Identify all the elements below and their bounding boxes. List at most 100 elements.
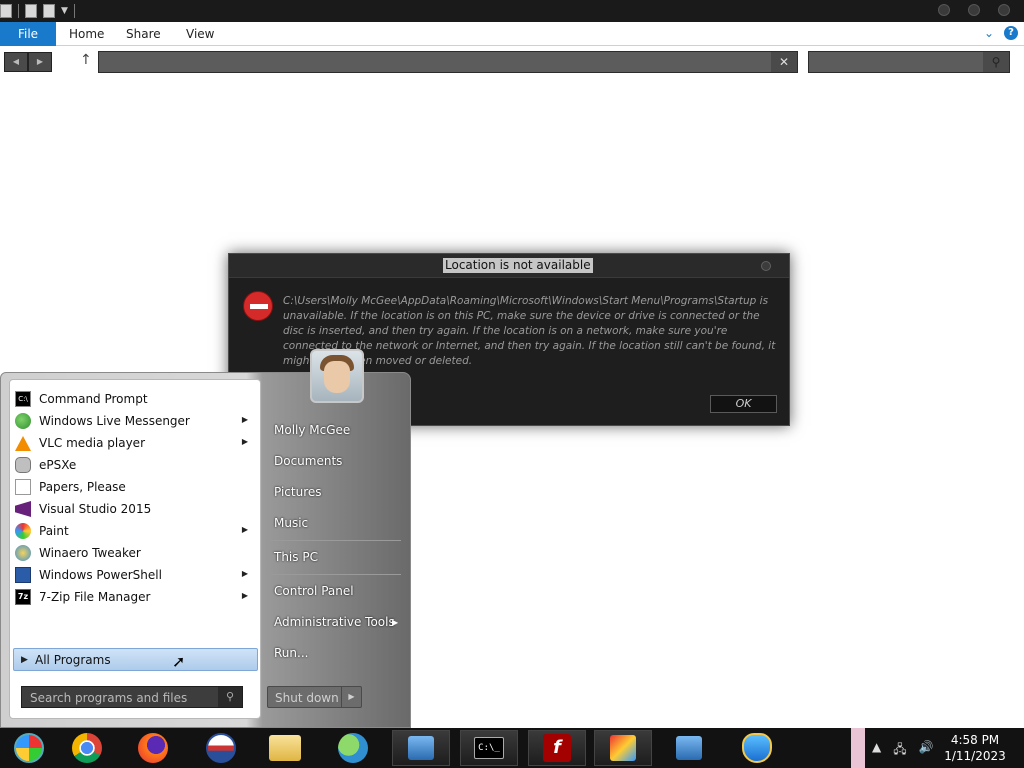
window-controls <box>938 4 1010 16</box>
search-input[interactable]: ⚲ <box>808 51 1010 73</box>
address-field[interactable]: ✕ <box>98 51 798 73</box>
start-item-run[interactable]: Run... <box>274 646 308 660</box>
submenu-arrow-icon: ▶ <box>392 618 399 627</box>
folder-icon <box>269 735 301 761</box>
system-clock[interactable]: 4:58 PM 1/11/2023 <box>942 732 1008 764</box>
submenu-arrow-icon: ▶ <box>241 525 248 534</box>
computer-icon <box>408 736 434 760</box>
up-arrow-icon[interactable]: ↑ <box>80 52 92 68</box>
search-icon[interactable]: ⚲ <box>983 52 1009 72</box>
logo-icon <box>206 733 236 763</box>
shield-icon <box>742 733 772 763</box>
all-programs-label: All Programs <box>35 653 111 667</box>
program-label: Winaero Tweaker <box>39 546 141 560</box>
new-folder-icon[interactable] <box>43 4 55 18</box>
tab-file[interactable]: File <box>0 22 56 46</box>
window-icon[interactable] <box>0 4 12 18</box>
avatar-face <box>324 361 350 393</box>
program-paint[interactable]: Paint ▶ <box>12 520 258 542</box>
all-programs-button[interactable]: ▶ All Programs <box>13 648 258 671</box>
taskbar-chrome[interactable] <box>58 730 116 766</box>
cmd-icon: C:\_ <box>474 737 504 759</box>
program-papers-please[interactable]: Papers, Please <box>12 476 258 498</box>
chevron-up-icon[interactable]: ▲ <box>872 740 881 761</box>
tweaker-icon <box>15 545 31 561</box>
ribbon-help-area: ⌄ ? <box>984 26 1018 40</box>
system-tray: ▲ 🖧 🔊 <box>872 740 934 761</box>
submenu-arrow-icon: ▶ <box>241 591 248 600</box>
messenger-icon <box>15 413 31 429</box>
start-item-this-pc[interactable]: This PC <box>274 550 318 564</box>
forward-button[interactable]: ▶ <box>28 52 52 72</box>
cmd-icon: C:\ <box>15 391 31 407</box>
taskbar-flash[interactable]: f <box>528 730 586 766</box>
shutdown-label: Shut down <box>275 691 339 705</box>
program-7zip[interactable]: 7z 7-Zip File Manager ▶ <box>12 586 258 608</box>
volume-icon[interactable]: 🔊 <box>919 740 934 761</box>
show-desktop-button[interactable] <box>851 728 865 768</box>
program-command-prompt[interactable]: C:\ Command Prompt <box>12 388 258 410</box>
start-item-music[interactable]: Music <box>274 516 308 530</box>
taskbar-file-explorer[interactable] <box>256 730 314 766</box>
taskbar-shield-app[interactable] <box>728 730 786 766</box>
maximize-button[interactable] <box>968 4 980 16</box>
expand-ribbon-icon[interactable]: ⌄ <box>984 26 994 40</box>
tab-home[interactable]: Home <box>69 22 104 46</box>
properties-icon[interactable] <box>25 4 37 18</box>
program-label: Papers, Please <box>39 480 126 494</box>
program-label: ePSXe <box>39 458 77 472</box>
start-item-documents[interactable]: Documents <box>274 454 342 468</box>
chevron-down-icon[interactable]: ▼ <box>61 6 68 16</box>
7zip-icon: 7z <box>15 589 31 605</box>
toolbar-divider <box>73 4 75 18</box>
help-icon[interactable]: ? <box>1004 26 1018 40</box>
taskbar-messenger[interactable] <box>324 730 382 766</box>
taskbar-computer[interactable] <box>660 730 718 766</box>
network-icon[interactable]: 🖧 <box>893 740 906 761</box>
start-item-admin-tools[interactable]: Administrative Tools <box>274 615 395 629</box>
dialog-title: Location is not available <box>443 258 593 273</box>
document-icon <box>15 479 31 495</box>
firefox-icon <box>138 733 168 763</box>
program-windows-powershell[interactable]: Windows PowerShell ▶ <box>12 564 258 586</box>
clear-icon[interactable]: ✕ <box>771 52 797 72</box>
program-visual-studio[interactable]: Visual Studio 2015 <box>12 498 258 520</box>
search-icon[interactable]: ⚲ <box>218 687 242 707</box>
start-button[interactable] <box>0 730 58 766</box>
program-vlc[interactable]: VLC media player ▶ <box>12 432 258 454</box>
start-menu: C:\ Command Prompt Windows Live Messenge… <box>0 349 411 728</box>
messenger-icon <box>338 733 368 763</box>
shutdown-button[interactable]: Shut down ▶ <box>267 686 362 708</box>
start-orb-icon <box>14 733 44 763</box>
taskbar-control-panel[interactable] <box>392 730 450 766</box>
tab-share[interactable]: Share <box>126 22 161 46</box>
start-item-control-panel[interactable]: Control Panel <box>274 584 354 598</box>
submenu-arrow-icon: ▶ <box>241 437 248 446</box>
program-label: VLC media player <box>39 436 146 450</box>
tab-view[interactable]: View <box>186 22 214 46</box>
shutdown-options-arrow-icon[interactable]: ▶ <box>341 687 361 707</box>
taskbar-command-prompt[interactable]: C:\_ <box>460 730 518 766</box>
taskbar-obama[interactable] <box>192 730 250 766</box>
minimize-button[interactable] <box>938 4 950 16</box>
programs-pane: C:\ Command Prompt Windows Live Messenge… <box>9 379 261 719</box>
program-label: Command Prompt <box>39 392 148 406</box>
submenu-arrow-icon: ▶ <box>241 569 248 578</box>
back-button[interactable]: ◀ <box>4 52 28 72</box>
start-item-pictures[interactable]: Pictures <box>274 485 322 499</box>
clock-time: 4:58 PM <box>950 733 1000 747</box>
close-button[interactable] <box>998 4 1010 16</box>
dialog-close-button[interactable] <box>761 261 771 271</box>
taskbar-firefox[interactable] <box>124 730 182 766</box>
user-avatar[interactable] <box>310 349 364 403</box>
taskbar-paint[interactable] <box>594 730 652 766</box>
program-winaero-tweaker[interactable]: Winaero Tweaker <box>12 542 258 564</box>
start-search-input[interactable]: Search programs and files ⚲ <box>21 686 243 708</box>
start-item-user[interactable]: Molly McGee <box>274 423 350 437</box>
program-windows-live-messenger[interactable]: Windows Live Messenger ▶ <box>12 410 258 432</box>
submenu-arrow-icon: ▶ <box>241 415 248 424</box>
mouse-cursor-icon: ➚ <box>172 652 186 671</box>
program-label: Paint <box>39 524 69 538</box>
program-epsxe[interactable]: ePSXe <box>12 454 258 476</box>
ok-button[interactable]: OK <box>710 395 777 413</box>
